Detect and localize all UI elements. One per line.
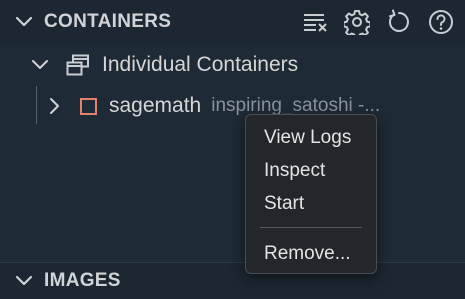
containers-toolbar (301, 0, 455, 44)
menu-item-start[interactable]: Start (246, 190, 376, 218)
containers-section-header[interactable]: CONTAINERS (0, 0, 465, 44)
menu-item-view-logs[interactable]: View Logs (246, 124, 376, 152)
container-row-sagemath[interactable]: sagemath inspiring_satoshi -... (0, 86, 465, 126)
chevron-down-icon[interactable] (30, 55, 50, 75)
container-name: sagemath (109, 94, 202, 117)
context-menu: View Logs Inspect Start Remove... (245, 114, 377, 274)
chevron-right-icon[interactable] (44, 96, 64, 116)
tree-group-individual-containers[interactable]: Individual Containers (0, 45, 465, 85)
menu-separator (260, 227, 362, 228)
group-label: Individual Containers (102, 53, 299, 76)
images-section-header[interactable]: IMAGES (0, 262, 465, 299)
menu-item-inspect[interactable]: Inspect (246, 157, 376, 185)
chevron-down-icon[interactable] (14, 12, 34, 32)
clear-filter-icon[interactable] (301, 8, 329, 36)
window-stack-icon (66, 54, 90, 76)
docker-explorer-panel: CONTAINERS Individual Containers sagemat… (0, 0, 465, 299)
chevron-down-icon[interactable] (14, 271, 34, 291)
menu-item-remove[interactable]: Remove... (246, 240, 376, 268)
stopped-container-icon (80, 97, 97, 115)
containers-section-title: CONTAINERS (44, 11, 172, 32)
help-icon[interactable] (427, 8, 455, 36)
gear-icon[interactable] (343, 8, 371, 36)
images-section-title: IMAGES (44, 270, 121, 291)
refresh-icon[interactable] (385, 8, 413, 36)
